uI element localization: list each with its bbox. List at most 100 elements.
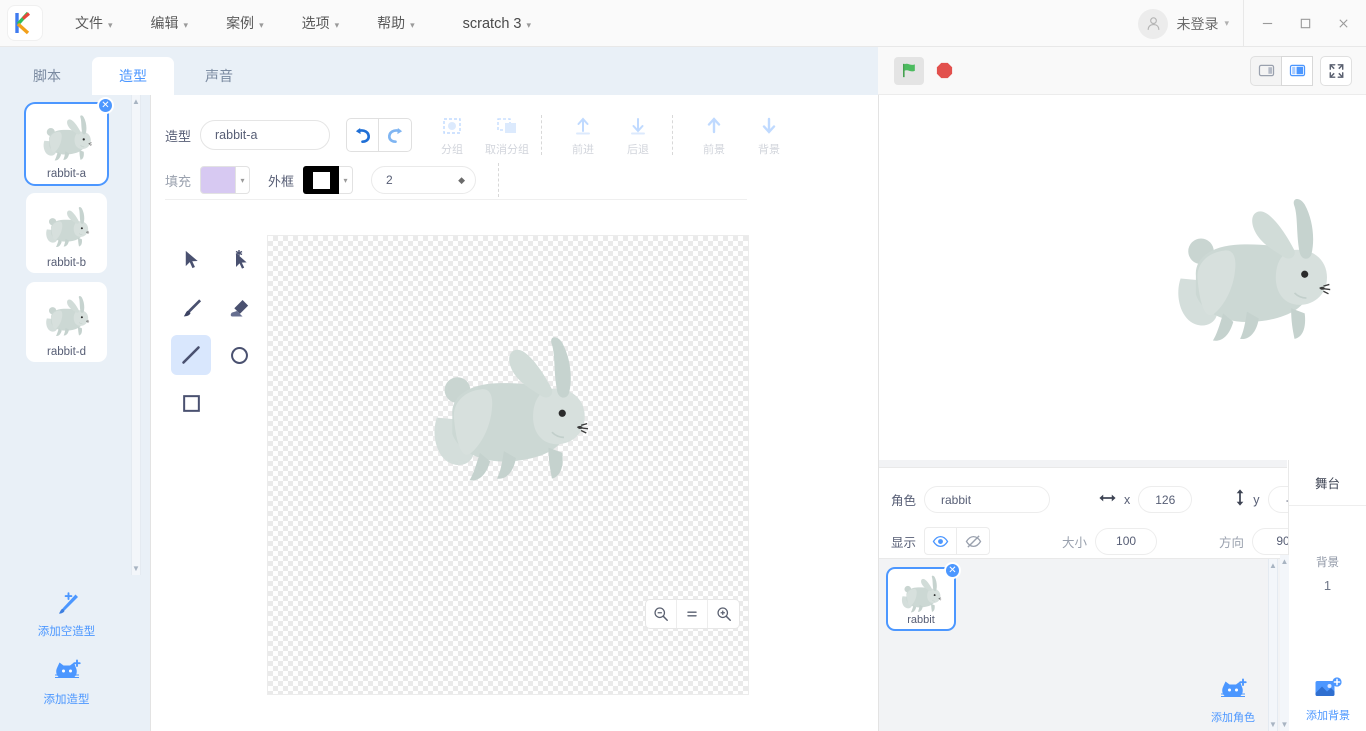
sprite-direction-label: 方向 [1219, 535, 1245, 550]
scroll-down-icon[interactable]: ▼ [132, 564, 140, 573]
ellipse-tool[interactable] [219, 335, 259, 375]
menu-item-file[interactable]: 文件 ▾ [64, 7, 124, 39]
app-logo[interactable] [8, 6, 42, 40]
costume-item-rabbit-b[interactable]: rabbit-b [26, 193, 107, 273]
add-empty-costume-button[interactable]: 添加空造型 [0, 587, 133, 639]
small-stage-button[interactable] [1250, 55, 1282, 86]
group-label: 分组 [441, 144, 464, 156]
sprite-show-button[interactable] [924, 527, 958, 555]
window-maximize-button[interactable] [1286, 9, 1324, 39]
select-tool[interactable] [171, 239, 211, 279]
stage-selector-title[interactable]: 舞台 [1289, 460, 1366, 506]
project-name-menu[interactable]: scratch 3 ▾ [442, 9, 542, 38]
sprite-name-input[interactable]: rabbit [924, 486, 1051, 513]
k-logo-icon [15, 11, 31, 35]
stage-canvas[interactable] [879, 95, 1366, 460]
account-menu[interactable]: 未登录 ▾ [1138, 8, 1243, 39]
sprite-thumbnail [888, 574, 954, 614]
small-stage-icon [1258, 64, 1274, 77]
stroke-width-input[interactable]: 2 ◆ [371, 166, 477, 194]
scroll-up-icon[interactable]: ▲ [1269, 561, 1277, 570]
rectangle-tool[interactable] [171, 383, 211, 423]
add-costume-button[interactable]: 添加造型 [0, 655, 133, 707]
send-to-back-button[interactable]: 背景 [745, 113, 793, 157]
tab-sounds[interactable]: 声音 [178, 57, 260, 95]
fill-color-swatch[interactable] [200, 166, 237, 194]
tab-costumes[interactable]: 造型 [92, 57, 174, 95]
add-empty-costume-label: 添加空造型 [37, 626, 96, 638]
bring-to-front-button[interactable]: 前景 [690, 113, 738, 157]
cursor-arrow-icon [185, 250, 198, 268]
scroll-down-icon[interactable]: ▼ [1269, 720, 1277, 729]
add-backdrop-button[interactable]: 添加背景 [1289, 676, 1366, 723]
ungroup-button[interactable]: 取消分组 [483, 113, 531, 157]
delete-sprite-button[interactable]: ✕ [944, 562, 961, 579]
tab-scripts[interactable]: 脚本 [6, 57, 88, 95]
undo-button[interactable] [346, 118, 380, 152]
zoom-in-button[interactable] [708, 600, 739, 628]
large-stage-button[interactable] [1281, 55, 1313, 86]
costume-item-rabbit-a[interactable]: ✕ rabbit-a [26, 97, 114, 184]
stage-control-bar [878, 47, 1366, 95]
add-sprite-button[interactable]: 添加角色 [1203, 678, 1263, 725]
costume-item-rabbit-d[interactable]: rabbit-d [26, 282, 107, 362]
green-flag-icon [902, 63, 915, 78]
eraser-tool[interactable] [219, 287, 259, 327]
stage-size-controls [1250, 55, 1352, 86]
costume-list-scroll[interactable]: ✕ rabbit-a rabbit-b rabbit-d [0, 95, 133, 575]
sprite-x-input[interactable]: 126 [1138, 486, 1193, 513]
outline-color-picker[interactable]: ▾ [303, 166, 354, 194]
menu-item-help[interactable]: 帮助 ▾ [366, 7, 426, 39]
menu-item-examples[interactable]: 案例 ▾ [215, 7, 275, 39]
add-sprite-label: 添加角色 [1211, 712, 1255, 724]
bring-to-front-label: 前景 [703, 144, 726, 156]
project-name-label: scratch 3 [462, 15, 522, 32]
window-minimize-button[interactable] [1248, 9, 1286, 39]
stage-selector-scrollbar[interactable]: ▲ ▼ [1280, 555, 1289, 731]
zoom-out-button[interactable] [646, 600, 677, 628]
stage-sprite-rabbit[interactable] [1167, 195, 1337, 350]
delete-costume-button[interactable]: ✕ [97, 97, 114, 114]
fill-color-picker[interactable]: ▾ [200, 166, 251, 194]
scroll-up-icon[interactable]: ▲ [1281, 557, 1289, 566]
scroll-down-icon[interactable]: ▼ [1281, 720, 1289, 729]
redo-button[interactable] [379, 118, 413, 152]
toolbar-divider [541, 115, 543, 155]
backward-button[interactable]: 后退 [614, 113, 662, 157]
menu-item-options[interactable]: 选项 ▾ [291, 7, 351, 39]
sprite-hide-button[interactable] [957, 527, 991, 555]
reshape-tool[interactable] [219, 239, 259, 279]
chevron-down-icon[interactable]: ▾ [236, 166, 251, 194]
chevron-down-icon[interactable]: ▾ [339, 166, 354, 194]
scroll-up-icon[interactable]: ▲ [132, 97, 140, 106]
window-controls [1243, 0, 1366, 47]
zoom-out-icon [654, 607, 668, 621]
menu-item-edit[interactable]: 编辑 ▾ [140, 7, 200, 39]
costume-name-label: rabbit-d [47, 346, 86, 358]
forward-button[interactable]: 前进 [559, 113, 607, 157]
group-icon [428, 113, 476, 139]
brush-tool[interactable] [171, 287, 211, 327]
group-button[interactable]: 分组 [428, 113, 476, 157]
stroke-width-stepper[interactable]: ◆ [458, 175, 465, 186]
line-tool[interactable] [171, 335, 211, 375]
window-close-button[interactable] [1324, 9, 1362, 39]
costume-list-scrollbar[interactable]: ▲ ▼ [131, 95, 141, 575]
stop-button[interactable] [930, 57, 958, 85]
sprite-list-scrollbar[interactable]: ▲ ▼ [1268, 559, 1278, 731]
menu-item-edit-label: 编辑 [150, 15, 179, 31]
add-costume-label: 添加造型 [43, 694, 90, 706]
costume-name-label: rabbit-a [47, 168, 86, 180]
green-flag-button[interactable] [894, 56, 924, 85]
sprite-info-row-2: 显示 大小 100 方向 90 [891, 527, 1315, 555]
costume-name-input[interactable]: rabbit-a [200, 120, 331, 150]
sprite-size-input[interactable]: 100 [1095, 527, 1158, 555]
outline-label: 外框 [268, 173, 295, 189]
costume-list-pane: ✕ rabbit-a rabbit-b rabbit-d ▲ ▼ 添加空造型 添… [0, 95, 151, 731]
outline-color-swatch[interactable] [303, 166, 340, 194]
stage-selector-body: 背景 1 [1289, 506, 1366, 593]
zoom-reset-button[interactable] [677, 600, 708, 628]
fullscreen-button[interactable] [1320, 55, 1352, 86]
sprite-card-rabbit[interactable]: ✕ rabbit [888, 562, 961, 629]
canvas-costume-artwork[interactable] [423, 336, 595, 487]
